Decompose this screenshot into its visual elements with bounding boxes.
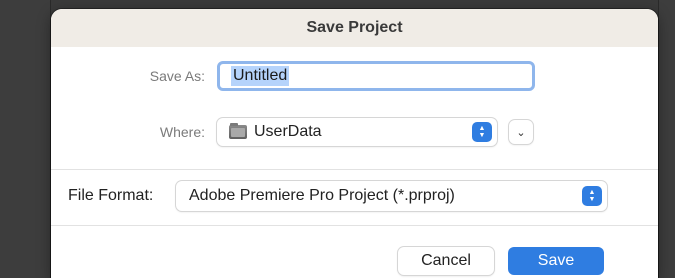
- file-format-row: File Format: Adobe Premiere Pro Project …: [68, 181, 607, 211]
- chevron-down-icon: ⌄: [516, 126, 526, 139]
- save-as-field-text: Untitled: [231, 66, 290, 86]
- where-label: Where:: [159, 124, 205, 140]
- save-as-label: Save As:: [149, 68, 205, 84]
- file-format-label: File Format:: [68, 187, 154, 204]
- divider: [51, 169, 658, 170]
- where-row: Where: UserData ▲ ▼ ⌄: [51, 118, 533, 146]
- save-button[interactable]: Save: [508, 247, 604, 275]
- save-project-dialog: Save Project Save As: Untitled Where: Us…: [51, 9, 658, 278]
- where-popup-text: UserData: [254, 123, 322, 140]
- dialog-titlebar: Save Project: [51, 9, 658, 47]
- background-window-left: [0, 0, 51, 278]
- cancel-button[interactable]: Cancel: [398, 247, 494, 275]
- popup-stepper-icon: ▲ ▼: [582, 186, 602, 206]
- popup-stepper-icon: ▲ ▼: [472, 122, 492, 142]
- background-window-right: [658, 0, 675, 278]
- divider: [51, 225, 658, 226]
- dialog-title: Save Project: [306, 19, 403, 36]
- save-as-row: Save As: Untitled: [51, 61, 535, 91]
- save-as-field[interactable]: Untitled: [217, 61, 535, 91]
- file-format-popup-text: Adobe Premiere Pro Project (*.prproj): [189, 187, 455, 204]
- expand-browser-button[interactable]: ⌄: [509, 120, 533, 144]
- where-popup[interactable]: UserData ▲ ▼: [217, 118, 497, 146]
- dialog-buttons: Cancel Save: [398, 247, 604, 275]
- folder-icon: [229, 123, 247, 139]
- file-format-popup[interactable]: Adobe Premiere Pro Project (*.prproj) ▲ ▼: [176, 181, 607, 211]
